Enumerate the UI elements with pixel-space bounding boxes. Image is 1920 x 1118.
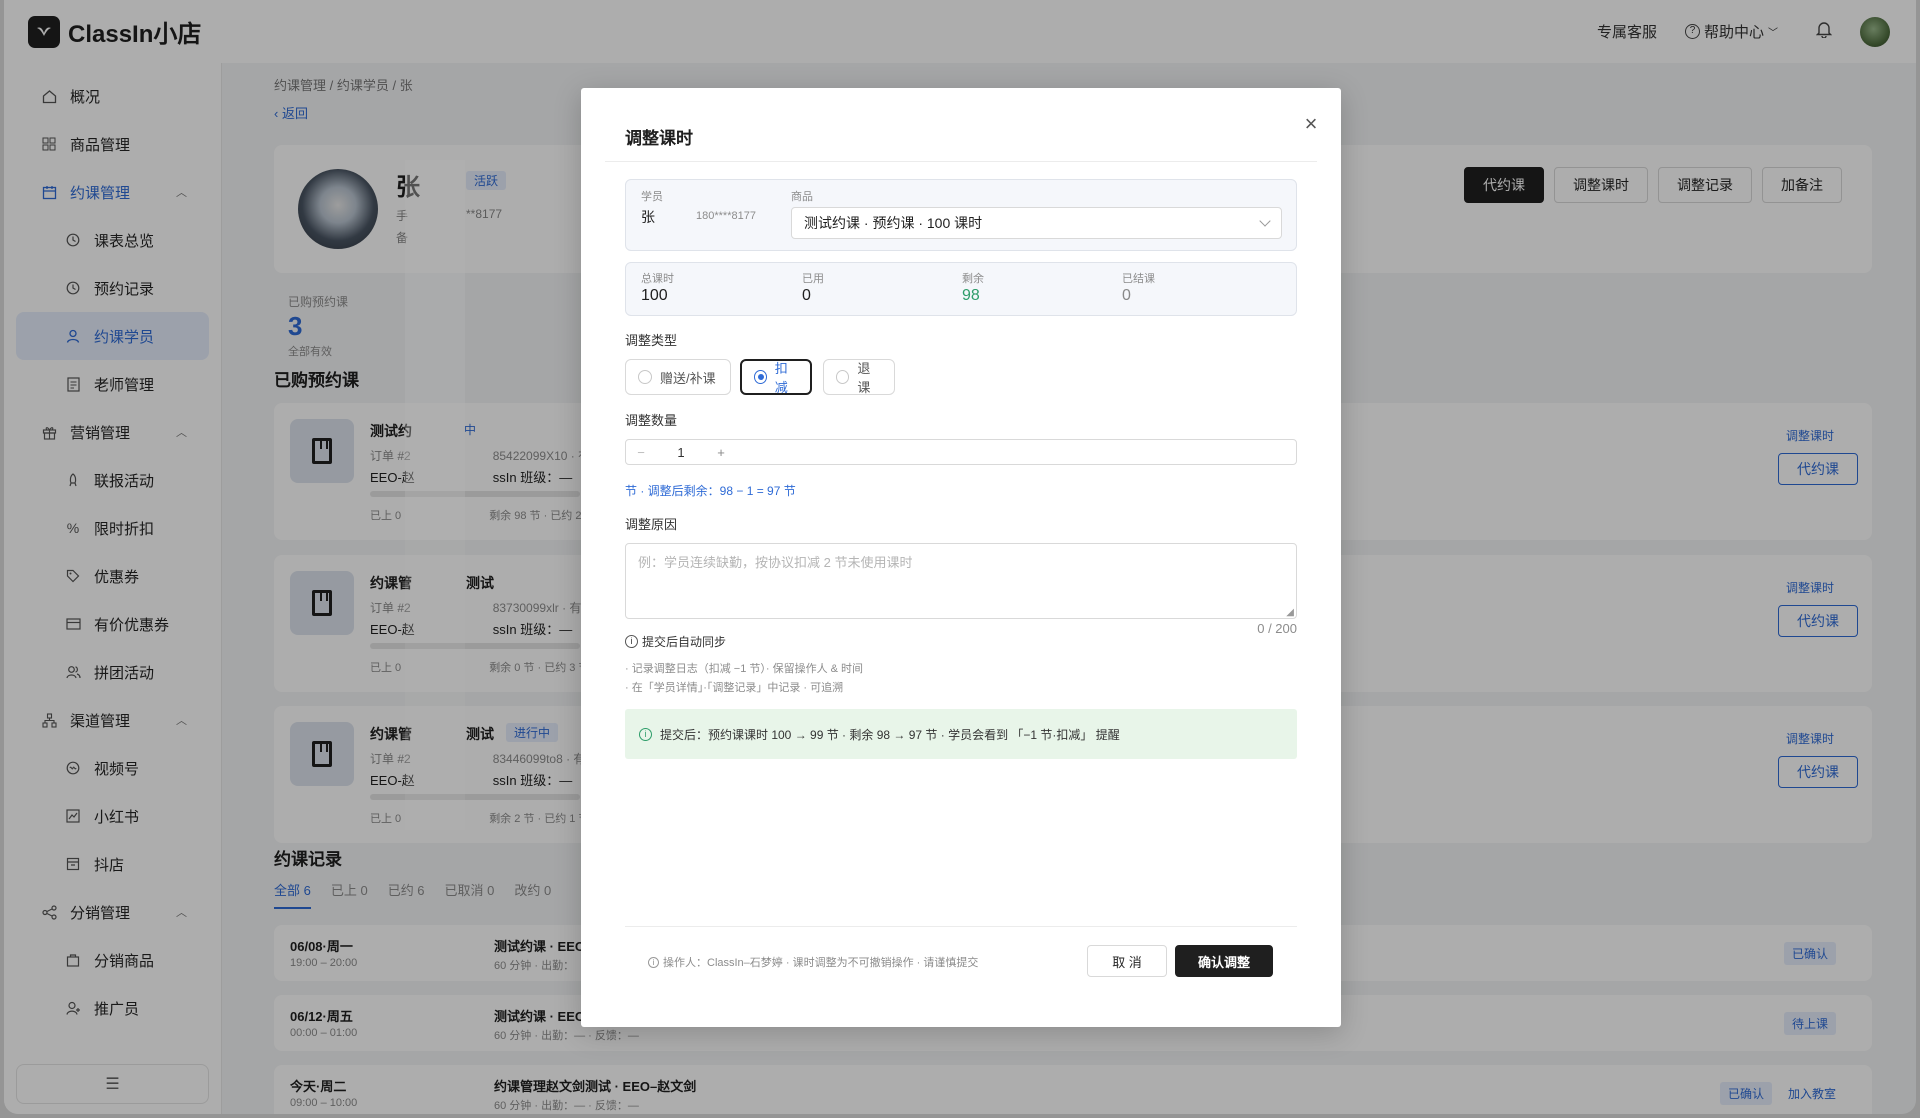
student-name: 张 [641, 209, 655, 225]
divider [625, 926, 1297, 927]
quantity-stepper: − 1 + [625, 439, 1297, 465]
qty-hint: 节 · 调整后剩余：98 − 1 = 97 节 [625, 484, 796, 498]
radio-dot [836, 370, 850, 384]
summary-label: 剩余 [962, 273, 984, 285]
info-icon: i [625, 635, 638, 648]
reason-count: 0 / 200 [1257, 621, 1297, 636]
divider [605, 161, 1317, 162]
quantity-input[interactable]: 1 [656, 445, 706, 460]
info-icon: i [639, 727, 652, 741]
student-product-box: 学员 张 180****8177 商品 测试约课 · 预约课 · 100 课时 [625, 179, 1297, 251]
product-value: 测试约课 · 预约课 · 100 课时 [804, 215, 983, 231]
type-title: 调整类型 [625, 333, 678, 348]
radio-label: 赠送/补课 [660, 370, 716, 386]
redaction-block [405, 160, 465, 540]
product-select[interactable]: 测试约课 · 预约课 · 100 课时 [791, 207, 1282, 239]
close-icon[interactable]: × [1299, 112, 1323, 136]
radio-gift[interactable]: 赠送/补课 [625, 359, 731, 395]
qty-title: 调整数量 [625, 413, 678, 428]
summary-label: 已用 [802, 273, 824, 285]
summary-value: 98 [962, 287, 980, 304]
chevron-down-icon [1259, 215, 1271, 227]
dialog-title: 调整课时 [625, 129, 693, 148]
hours-summary-box: 总课时 100 已用 0 剩余 98 已结课 0 [625, 262, 1297, 316]
operator-note: i 操作人：ClassIn–石梦婷 · 课时调整为不可撤销操作 · 请谨慎提交 [648, 954, 978, 970]
summary-label: 总课时 [641, 273, 674, 285]
info-icon: i [648, 956, 659, 968]
radio-dot [754, 370, 767, 384]
summary-value: 0 [802, 287, 811, 304]
radio-deduct[interactable]: 扣减 [740, 359, 812, 395]
reason-textarea[interactable]: 例：学员连续缺勤，按协议扣减 2 节未使用课时 ◢ [625, 543, 1297, 619]
adjust-hours-dialog: 调整课时 × 学员 张 180****8177 商品 测试约课 · 预约课 · … [581, 88, 1341, 1027]
reason-placeholder: 例：学员连续缺勤，按协议扣减 2 节未使用课时 [638, 555, 913, 570]
summary-label: 已结课 [1122, 273, 1155, 285]
radio-label: 退课 [857, 361, 871, 395]
sync-info: i 提交后自动同步 [625, 633, 726, 650]
radio-refund[interactable]: 退课 [823, 359, 895, 395]
sync-item: · 在「学员详情」·「调整记录」中记录 · 可追溯 [625, 682, 844, 694]
operator-text: 操作人：ClassIn–石梦婷 · 课时调整为不可撤销操作 · 请谨慎提交 [663, 957, 979, 969]
confirm-notice: i 提交后：预约课课时 100 → 99 节 · 剩余 98 → 97 节 · … [625, 709, 1297, 759]
summary-value: 0 [1122, 287, 1131, 304]
product-label: 商品 [791, 191, 813, 203]
redaction-block [405, 540, 465, 830]
reason-title: 调整原因 [625, 517, 678, 532]
student-phone: 180****8177 [696, 210, 756, 222]
confirm-adjust-button[interactable]: 确认调整 [1175, 945, 1273, 977]
sync-title: 提交后自动同步 [642, 635, 727, 649]
cancel-button[interactable]: 取 消 [1087, 945, 1167, 977]
summary-value: 100 [641, 287, 668, 304]
plus-button[interactable]: + [706, 445, 736, 460]
minus-button[interactable]: − [626, 445, 656, 460]
radio-label: 扣减 [774, 361, 788, 395]
resize-handle-icon: ◢ [1286, 607, 1294, 618]
student-label: 学员 [641, 191, 663, 203]
radio-dot [638, 370, 652, 384]
notice-text: 提交后：预约课课时 100 → 99 节 · 剩余 98 → 97 节 · 学员… [660, 727, 1120, 742]
sync-item: · 记录调整日志（扣减 −1 节）· 保留操作人 & 时间 [625, 663, 864, 675]
